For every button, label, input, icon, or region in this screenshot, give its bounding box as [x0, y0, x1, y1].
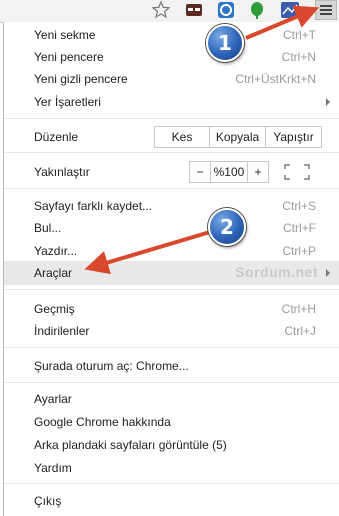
- shortcut-find: Ctrl+F: [283, 221, 316, 235]
- menu-separator: [4, 188, 339, 189]
- menu-label: Çıkış: [34, 494, 62, 508]
- menu-item-help[interactable]: Yardım: [34, 457, 72, 479]
- green-leaf-extension-icon[interactable]: [247, 0, 267, 20]
- zoom-in-button[interactable]: +: [248, 162, 268, 182]
- menu-label: Yakınlaştır: [34, 165, 90, 179]
- annotation-badge-1: 1: [206, 24, 244, 62]
- mask-extension-icon[interactable]: [184, 0, 204, 20]
- zoom-out-button[interactable]: −: [190, 162, 211, 182]
- menu-item-find[interactable]: Bul...: [34, 217, 61, 239]
- menu-separator: [4, 289, 339, 290]
- shortcut-incognito: Ctrl+ÜstKrkt+N: [235, 72, 316, 86]
- star-icon[interactable]: [151, 0, 171, 20]
- submenu-arrow-icon: [326, 269, 330, 277]
- menu-label: Yeni sekme: [34, 28, 96, 42]
- submenu-arrow-icon: [326, 98, 330, 106]
- chrome-main-menu: Yeni sekme Ctrl+T Yeni pencere Ctrl+N Ye…: [3, 22, 339, 516]
- menu-item-tools[interactable]: Araçlar: [34, 262, 72, 284]
- menu-label: Yardım: [34, 461, 72, 475]
- shortcut-downloads: Ctrl+J: [284, 324, 316, 338]
- menu-label: Araçlar: [34, 266, 73, 280]
- menu-label: Şurada oturum aç: Chrome...: [34, 359, 189, 373]
- zoom-level: %100: [211, 162, 248, 182]
- copy-button[interactable]: Kopyala: [210, 127, 266, 147]
- menu-item-new-tab[interactable]: Yeni sekme: [34, 24, 96, 46]
- cut-button[interactable]: Kes: [155, 127, 210, 147]
- menu-item-about[interactable]: Google Chrome hakkında: [34, 411, 171, 433]
- menu-label: Google Chrome hakkında: [34, 415, 171, 429]
- menu-item-background-pages[interactable]: Arka plandaki sayfaları görüntüle (5): [34, 434, 227, 456]
- menu-item-new-window[interactable]: Yeni pencere: [34, 46, 104, 68]
- menu-separator: [4, 483, 339, 484]
- menu-label: Yer İşaretleri: [34, 95, 101, 109]
- hamburger-menu-icon[interactable]: [315, 0, 337, 20]
- paste-button[interactable]: Yapıştır: [266, 127, 321, 147]
- menu-label: Düzenle: [34, 130, 79, 144]
- menu-item-edit: Düzenle: [34, 126, 78, 148]
- menu-label: Ayarlar: [34, 392, 72, 406]
- watermark-text: Sordum.net: [235, 264, 318, 280]
- menu-item-exit[interactable]: Çıkış: [34, 490, 61, 512]
- menu-item-print[interactable]: Yazdır...: [34, 240, 77, 262]
- shortcut-print: Ctrl+P: [282, 244, 316, 258]
- menu-separator: [4, 152, 339, 153]
- annotation-badge-2: 2: [208, 208, 246, 246]
- menu-separator: [4, 118, 339, 119]
- shortcut-new-window: Ctrl+N: [281, 50, 316, 64]
- menu-item-zoom: Yakınlaştır: [34, 161, 90, 183]
- menu-item-incognito[interactable]: Yeni gizli pencere: [34, 68, 128, 90]
- menu-item-sign-in[interactable]: Şurada oturum aç: Chrome...: [34, 355, 189, 377]
- shortcut-new-tab: Ctrl+T: [283, 28, 316, 42]
- menu-label: Geçmiş: [34, 302, 75, 316]
- menu-label: Yeni gizli pencere: [34, 72, 128, 86]
- browser-toolbar: [0, 0, 339, 23]
- menu-label: Bul...: [34, 221, 62, 235]
- menu-label: Arka plandaki sayfaları görüntüle (5): [34, 438, 227, 452]
- menu-label: İndirilenler: [34, 324, 90, 338]
- shortcut-history: Ctrl+H: [281, 302, 316, 316]
- shortcut-save-page: Ctrl+S: [282, 199, 316, 213]
- zoom-control: − %100 +: [189, 161, 269, 183]
- fullscreen-icon[interactable]: [282, 162, 312, 182]
- menu-separator: [4, 382, 339, 383]
- menu-item-save-page[interactable]: Sayfayı farklı kaydet...: [34, 195, 152, 217]
- menu-item-downloads[interactable]: İndirilenler: [34, 320, 89, 342]
- edit-button-group: Kes Kopyala Yapıştır: [154, 126, 322, 148]
- menu-label: Yazdır...: [34, 244, 78, 258]
- menu-item-settings[interactable]: Ayarlar: [34, 388, 72, 410]
- refresh-extension-icon[interactable]: [216, 0, 236, 20]
- blue-extension-icon[interactable]: [280, 0, 300, 20]
- menu-separator: [4, 347, 339, 348]
- menu-item-history[interactable]: Geçmiş: [34, 298, 75, 320]
- menu-label: Sayfayı farklı kaydet...: [34, 199, 153, 213]
- menu-label: Yeni pencere: [34, 50, 104, 64]
- menu-item-bookmarks[interactable]: Yer İşaretleri: [34, 91, 101, 113]
